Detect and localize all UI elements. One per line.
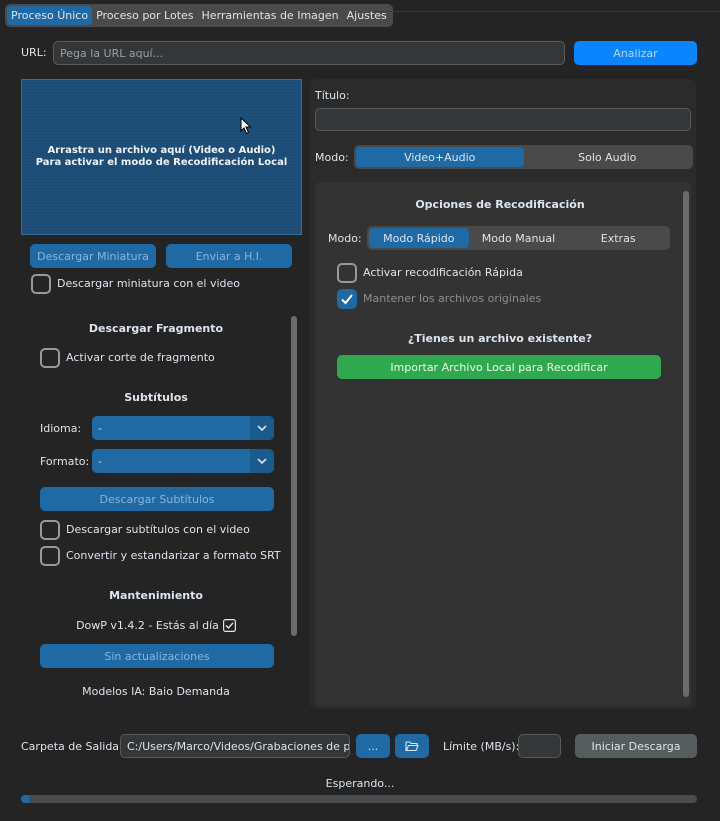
- status-text: Esperando...: [325, 777, 395, 790]
- checkmark-icon: [341, 294, 353, 305]
- chevron-down-icon: [250, 449, 274, 473]
- format-value: -: [98, 454, 102, 468]
- mode-label: Modo:: [315, 151, 349, 164]
- mode-video-audio[interactable]: Video+Audio: [356, 147, 524, 167]
- language-value: -: [98, 421, 102, 435]
- existing-file-title: ¿Tienes un archivo existente?: [407, 332, 593, 345]
- recode-panel: [315, 182, 691, 706]
- fast-recode-label: Activar recodificación Rápida: [363, 266, 523, 279]
- analyze-button[interactable]: Analizar: [574, 41, 697, 65]
- thumb-with-video-label: Descargar miniatura con el video: [57, 277, 241, 290]
- download-subtitles-button[interactable]: Descargar Subtítulos: [40, 487, 274, 511]
- right-scrollbar[interactable]: [683, 191, 689, 697]
- keep-originals-checkbox[interactable]: [337, 289, 357, 309]
- subtitles-with-video-label: Descargar subtítulos con el video: [66, 523, 250, 536]
- format-label: Formato:: [40, 455, 90, 468]
- keep-originals-label: Mantener los archivos originales: [363, 292, 542, 305]
- fragment-checkbox-label: Activar corte de fragmento: [66, 351, 215, 364]
- maintenance-title: Mantenimiento: [109, 589, 203, 602]
- cursor-icon: [240, 117, 252, 135]
- tab-proceso-lotes[interactable]: Proceso por Lotes: [92, 6, 197, 25]
- recode-mode-segmented: Modo Rápido Modo Manual Extras: [367, 226, 670, 250]
- thumb-with-video-checkbox[interactable]: [31, 274, 51, 294]
- open-folder-button[interactable]: [395, 734, 429, 758]
- language-select[interactable]: -: [92, 416, 274, 440]
- recode-mode-extras[interactable]: Extras: [568, 228, 668, 248]
- send-to-hi-button[interactable]: Enviar a H.I.: [166, 244, 292, 268]
- version-row: DowP v1.4.2 - Estás al día: [21, 619, 291, 632]
- import-local-file-button[interactable]: Importar Archivo Local para Recodificar: [337, 355, 661, 379]
- format-select[interactable]: -: [92, 449, 274, 473]
- convert-srt-label: Convertir y estandarizar a formato SRT: [66, 549, 281, 562]
- convert-srt-checkbox[interactable]: [40, 546, 60, 566]
- title-label: Título:: [315, 89, 350, 102]
- drop-zone-line2: Para activar el modo de Recodificación L…: [35, 157, 288, 168]
- no-updates-button[interactable]: Sin actualizaciones: [40, 644, 274, 668]
- tab-herramientas-imagen[interactable]: Herramientas de Imagen: [198, 6, 343, 25]
- output-folder-input[interactable]: C:/Users/Marco/Videos/Grabaciones de pan: [120, 734, 350, 758]
- folder-open-icon: [405, 741, 419, 752]
- subtitles-title: Subtítulos: [124, 391, 188, 404]
- recode-mode-fast[interactable]: Modo Rápido: [369, 228, 469, 248]
- drop-zone-line1: Arrastra un archivo aquí (Video o Audio): [47, 145, 276, 156]
- url-input[interactable]: Pega la URL aquí...: [53, 41, 565, 65]
- mode-solo-audio[interactable]: Solo Audio: [524, 147, 692, 167]
- browse-button[interactable]: ...: [356, 734, 390, 758]
- progress-bar: [21, 795, 697, 803]
- speed-limit-input[interactable]: [518, 734, 561, 758]
- start-download-button[interactable]: Iniciar Descarga: [575, 734, 697, 758]
- chevron-down-icon: [250, 416, 274, 440]
- language-label: Idioma:: [40, 422, 82, 435]
- url-label: URL:: [21, 46, 47, 59]
- version-text: DowP v1.4.2 - Estás al día: [76, 619, 219, 632]
- subtitles-with-video-checkbox[interactable]: [40, 520, 60, 540]
- fragment-title: Descargar Fragmento: [88, 322, 224, 335]
- checkbox-checked-icon: [222, 619, 236, 632]
- fragment-checkbox[interactable]: [40, 348, 60, 368]
- speed-limit-label: Límite (MB/s):: [443, 740, 520, 753]
- left-options-panel: Descargar Fragmento Activar corte de fra…: [21, 310, 302, 695]
- drop-zone-text: Arrastra un archivo aquí (Video o Audio)…: [21, 145, 302, 169]
- mode-segmented: Video+Audio Solo Audio: [354, 145, 693, 169]
- title-input[interactable]: [315, 108, 691, 131]
- recode-mode-manual[interactable]: Modo Manual: [469, 228, 569, 248]
- tab-ajustes[interactable]: Ajustes: [343, 6, 391, 25]
- left-scrollbar[interactable]: [291, 316, 297, 636]
- download-thumbnail-button[interactable]: Descargar Miniatura: [30, 244, 156, 268]
- tab-divider: [375, 11, 720, 12]
- recode-mode-label: Modo:: [328, 232, 362, 245]
- fast-recode-checkbox[interactable]: [337, 263, 357, 283]
- tab-bar: Proceso Único Proceso por Lotes Herramie…: [5, 4, 393, 27]
- progress-fill: [21, 795, 30, 803]
- models-text: Modelos IA: Bajo Demanda: [82, 685, 230, 695]
- recode-title: Opciones de Recodificación: [415, 198, 585, 211]
- tab-proceso-unico[interactable]: Proceso Único: [7, 6, 93, 25]
- output-folder-label: Carpeta de Salida:: [21, 740, 123, 753]
